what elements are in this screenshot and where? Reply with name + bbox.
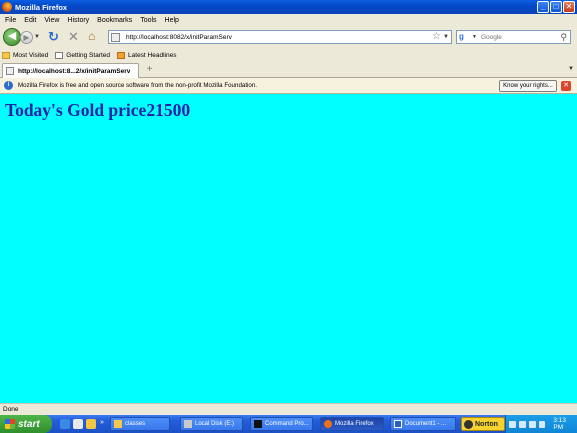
url-dropdown-icon[interactable]: ▼ <box>443 34 449 40</box>
task-command-prompt[interactable]: Command Pro... <box>250 417 313 431</box>
volume-icon[interactable] <box>518 420 526 428</box>
live-feed-icon <box>117 51 126 59</box>
menu-help[interactable]: Help <box>162 17 184 24</box>
notification-bar: i Mozilla Firefox is free and open sourc… <box>0 78 577 94</box>
task-local-disk[interactable]: Local Disk (E:) <box>180 417 243 431</box>
task-label: Mozilla Firefox <box>335 421 374 427</box>
norton-button[interactable]: Norton <box>461 417 505 431</box>
bookmark-star-icon[interactable]: ☆ <box>432 31 441 43</box>
cmd-icon <box>254 420 262 428</box>
show-desktop-icon[interactable] <box>73 419 83 429</box>
task-label: Local Disk (E:) <box>195 421 235 427</box>
task-mozilla-firefox[interactable]: Mozilla Firefox <box>320 417 384 431</box>
reload-button[interactable]: ↻ <box>48 29 59 45</box>
forward-button[interactable]: ▶ <box>20 31 33 44</box>
bookmark-most-visited[interactable]: Most Visited <box>2 51 49 59</box>
firefox-icon <box>324 420 332 428</box>
quick-launch-expand-icon[interactable]: » <box>100 419 104 426</box>
task-label: Command Pro... <box>265 421 309 427</box>
page-icon <box>55 51 64 59</box>
menu-view[interactable]: View <box>41 17 64 24</box>
norton-label: Norton <box>475 420 498 428</box>
task-label: Document1 - ... <box>405 421 447 427</box>
media-player-icon[interactable] <box>86 419 96 429</box>
menu-bookmarks[interactable]: Bookmarks <box>94 17 137 24</box>
notification-message: Mozilla Firefox is free and open source … <box>18 82 258 89</box>
bookmark-label: Latest Headlines <box>128 51 177 59</box>
search-icon[interactable]: ⚲ <box>560 32 567 43</box>
maximize-button[interactable]: □ <box>550 1 562 13</box>
google-icon[interactable]: g <box>459 32 471 42</box>
start-label: start <box>18 418 40 430</box>
window-controls: _ □ ✕ <box>537 1 575 13</box>
task-label: classes <box>125 421 146 427</box>
system-tray: 3:13 PM <box>505 415 577 433</box>
engine-dropdown-icon[interactable]: ▼ <box>472 34 477 40</box>
menu-history[interactable]: History <box>64 17 94 24</box>
close-button[interactable]: ✕ <box>563 1 575 13</box>
bookmarks-toolbar: Most Visited Getting Started Latest Head… <box>0 48 577 62</box>
url-bar[interactable]: http://localhost:8082/x/initParamServ ☆ … <box>108 30 452 44</box>
new-tab-button[interactable]: + <box>143 64 156 77</box>
network-icon[interactable] <box>509 420 516 428</box>
window-titlebar[interactable]: Mozilla Firefox _ □ ✕ <box>0 0 577 14</box>
close-icon[interactable]: ✕ <box>561 81 571 91</box>
windows-logo-icon <box>5 419 15 429</box>
home-button[interactable]: ⌂ <box>88 29 95 43</box>
menu-bar: File Edit View History Bookmarks Tools H… <box>0 14 577 26</box>
menu-file[interactable]: File <box>2 17 21 24</box>
word-icon <box>394 420 402 428</box>
menu-edit[interactable]: Edit <box>21 17 41 24</box>
tab-strip: http://localhost:8...2/x/initParamServ +… <box>0 62 577 78</box>
task-document1[interactable]: Document1 - ... <box>390 417 456 431</box>
stop-button[interactable]: ✕ <box>68 29 79 45</box>
folder-icon <box>2 51 10 59</box>
history-dropdown-icon[interactable]: ▼ <box>34 34 40 40</box>
minimize-button[interactable]: _ <box>537 1 549 13</box>
window-title: Mozilla Firefox <box>15 2 68 12</box>
page-icon <box>6 67 14 75</box>
bookmark-latest-headlines[interactable]: Latest Headlines <box>117 51 177 59</box>
norton-icon <box>464 419 473 429</box>
bookmark-label: Most Visited <box>13 51 49 59</box>
folder-icon <box>114 420 122 428</box>
menu-tools[interactable]: Tools <box>137 17 161 24</box>
security-icon[interactable] <box>528 420 536 428</box>
status-text: Done <box>3 406 19 413</box>
clock[interactable]: 3:13 PM <box>553 417 577 431</box>
tab-active[interactable]: http://localhost:8...2/x/initParamServ <box>2 63 139 78</box>
internet-explorer-icon[interactable] <box>60 419 70 429</box>
page-heading: Today's Gold price21500 <box>5 100 191 120</box>
info-icon: i <box>4 81 13 90</box>
bookmark-getting-started[interactable]: Getting Started <box>55 51 111 59</box>
back-button[interactable]: ◀ <box>3 28 21 46</box>
search-input[interactable] <box>480 33 561 41</box>
update-icon[interactable] <box>538 420 546 428</box>
tab-label: http://localhost:8...2/x/initParamServ <box>18 67 131 75</box>
task-classes[interactable]: classes <box>110 417 170 431</box>
page-content: Today's Gold price21500 <box>0 94 577 403</box>
navigation-toolbar: ◀ ▶ ▼ ↻ ✕ ⌂ http://localhost:8082/x/init… <box>0 26 577 48</box>
taskbar: start » classes Local Disk (E:) Command … <box>0 415 577 433</box>
tab-list-dropdown-icon[interactable]: ▼ <box>568 66 574 72</box>
bookmark-label: Getting Started <box>66 51 111 59</box>
drive-icon <box>184 420 192 428</box>
firefox-logo-icon <box>2 2 12 12</box>
know-your-rights-button[interactable]: Know your rights... <box>499 80 557 92</box>
url-text[interactable]: http://localhost:8082/x/initParamServ <box>126 34 232 41</box>
site-identity-icon[interactable] <box>111 32 120 42</box>
status-bar: Done <box>0 403 577 415</box>
start-button[interactable]: start <box>0 415 52 433</box>
search-bar[interactable]: g ▼ ⚲ <box>456 30 571 44</box>
